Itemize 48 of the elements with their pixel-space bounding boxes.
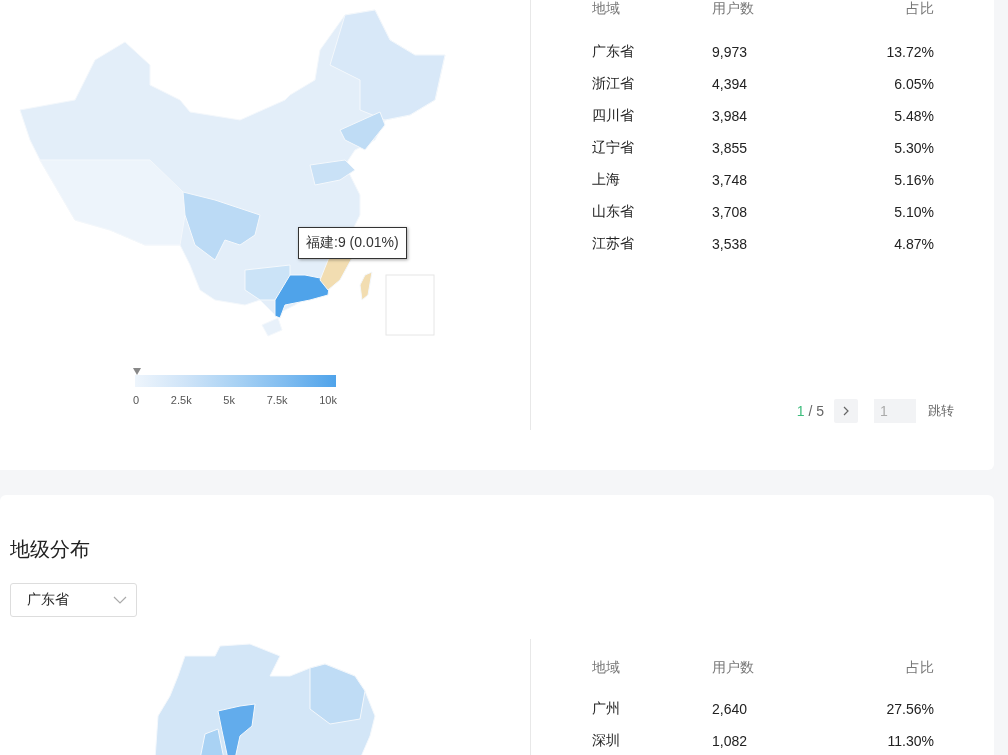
table-cell-text: 4,394 bbox=[712, 76, 749, 92]
table-cell-text: 辽宁省 bbox=[592, 139, 635, 157]
scale-label: 10k bbox=[319, 394, 337, 406]
table-cell-text: 9,973 bbox=[712, 44, 749, 60]
current-page: 1 bbox=[796, 403, 805, 419]
table-cell-text: 5.16% bbox=[893, 172, 934, 188]
scale-label: 7.5k bbox=[266, 394, 288, 406]
table-cell-text: 3,855 bbox=[712, 140, 749, 156]
next-page-button[interactable] bbox=[834, 399, 858, 423]
table-cell-text: 3,984 bbox=[712, 108, 749, 124]
table-cell-text: 浙江省 bbox=[592, 75, 635, 93]
table-cell-text: 5.10% bbox=[893, 204, 934, 220]
chevron-right-icon bbox=[842, 406, 850, 416]
table-cell-text: 广州 bbox=[592, 700, 621, 718]
table-cell-text: 山东省 bbox=[592, 203, 635, 221]
table-cell-text: 27.56% bbox=[885, 701, 934, 717]
table-cell-text: 3,708 bbox=[712, 204, 749, 220]
column-header: 地域 bbox=[592, 659, 621, 677]
table-cell-text: 四川省 bbox=[592, 107, 635, 125]
table-cell-text: 5.30% bbox=[893, 140, 934, 156]
table-cell-text: 3,538 bbox=[712, 236, 749, 252]
table-cell-text: 1,082 bbox=[712, 733, 749, 749]
table-cell-text: 2,640 bbox=[712, 701, 749, 717]
page-total: / 5 bbox=[808, 403, 824, 419]
section-title: 地级分布 bbox=[10, 537, 91, 562]
table-cell-text: 13.72% bbox=[885, 44, 934, 60]
column-header: 占比 bbox=[905, 0, 934, 18]
table-cell-text: 11.30% bbox=[886, 733, 934, 749]
table-cell-text: 3,748 bbox=[712, 172, 749, 188]
column-header: 地域 bbox=[592, 0, 621, 18]
table-cell-text: 江苏省 bbox=[592, 235, 635, 253]
triangle-handle-icon[interactable] bbox=[133, 368, 141, 375]
table-cell-text: 深圳 bbox=[592, 732, 621, 750]
scale-label: 0 bbox=[133, 394, 140, 406]
table-cell-text: 4.87% bbox=[893, 236, 934, 252]
table-cell-text: 广东省 bbox=[592, 43, 635, 61]
column-header: 占比 bbox=[905, 659, 934, 677]
column-header: 用户数 bbox=[712, 0, 755, 18]
table-cell-text: 5.48% bbox=[893, 108, 934, 124]
column-header: 用户数 bbox=[712, 659, 755, 677]
table-cell-text: 6.05% bbox=[893, 76, 934, 92]
province-select[interactable]: 广东省 bbox=[10, 583, 137, 617]
chevron-down-icon bbox=[113, 596, 127, 604]
jump-link[interactable]: 跳转 bbox=[928, 402, 954, 420]
table-cell-text: 上海 bbox=[592, 171, 621, 189]
map-tooltip: 福建:9 (0.01%) bbox=[298, 227, 407, 259]
scale-label: 2.5k bbox=[170, 394, 192, 406]
scale-label: 5k bbox=[223, 394, 235, 406]
